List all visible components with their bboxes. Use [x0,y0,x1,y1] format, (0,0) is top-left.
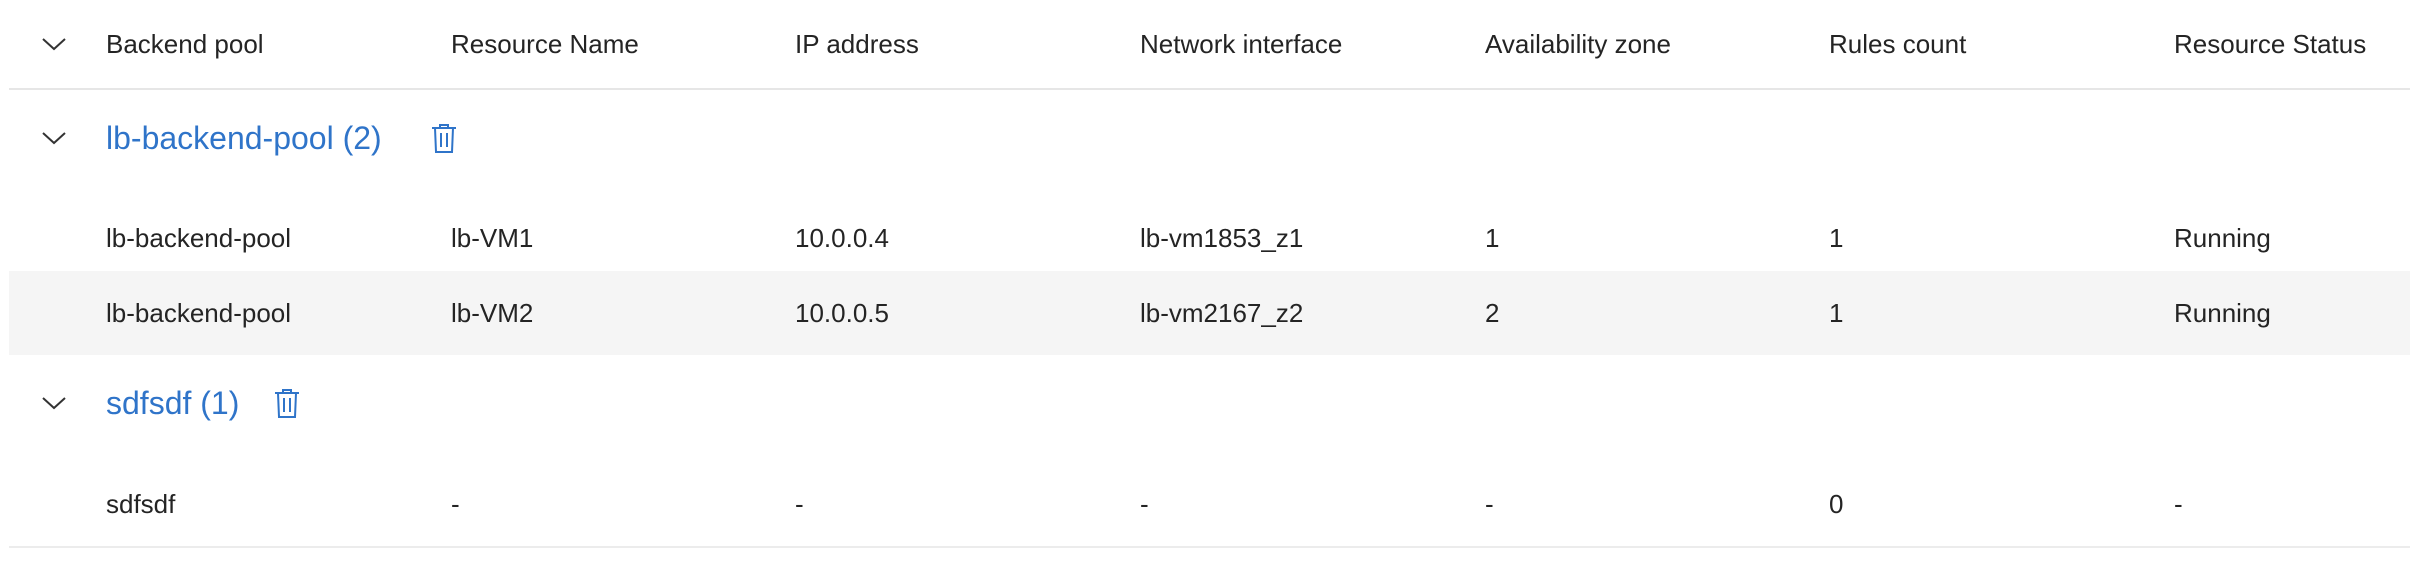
cell-availability-zone: - [1485,488,1494,519]
column-header-ip-address[interactable]: IP address [795,0,919,88]
cell-backend-pool: sdfsdf [106,488,176,519]
backend-pools-grid: Backend pool Resource Name IP address Ne… [0,0,2410,566]
cell-resource-status: - [2174,488,2183,519]
group-collapse-chevron-down-icon[interactable] [28,90,80,186]
cell-availability-zone: 1 [1485,222,1500,253]
table-row[interactable]: lb-backend-pool lb-VM1 10.0.0.4 lb-vm185… [9,196,2410,280]
column-header-resource-name[interactable]: Resource Name [451,0,639,88]
cell-backend-pool: lb-backend-pool [106,222,292,253]
group-header-lb-backend-pool: lb-backend-pool (2) [9,90,2410,186]
cell-rules-count: 0 [1829,488,1844,519]
group-title-link[interactable]: lb-backend-pool (2) [106,90,382,186]
cell-resource-status: Running [2174,297,2271,328]
column-header-backend-pool[interactable]: Backend pool [106,0,264,88]
cell-network-interface: lb-vm2167_z2 [1140,297,1304,328]
cell-backend-pool: lb-backend-pool [106,297,292,328]
group-title-link[interactable]: sdfsdf (1) [106,355,239,451]
cell-rules-count: 1 [1829,222,1844,253]
cell-network-interface: - [1140,488,1149,519]
group-header-sdfsdf: sdfsdf (1) [9,355,2410,451]
cell-ip-address: 10.0.0.5 [795,297,889,328]
column-header-resource-status[interactable]: Resource Status [2174,0,2366,88]
cell-availability-zone: 2 [1485,297,1500,328]
collapse-all-chevron-down-icon[interactable] [28,0,80,88]
cell-resource-name: lb-VM2 [451,297,534,328]
grid-header: Backend pool Resource Name IP address Ne… [9,0,2410,90]
cell-resource-name: - [451,488,460,519]
group-collapse-chevron-down-icon[interactable] [28,355,80,451]
delete-group-trash-icon[interactable] [273,355,301,451]
cell-rules-count: 1 [1829,297,1844,328]
delete-group-trash-icon[interactable] [430,90,458,186]
column-header-network-interface[interactable]: Network interface [1140,0,1342,88]
cell-resource-name: lb-VM1 [451,222,534,253]
column-header-availability-zone[interactable]: Availability zone [1485,0,1671,88]
cell-resource-status: Running [2174,222,2271,253]
table-row[interactable]: sdfsdf - - - - 0 - [9,462,2410,548]
column-header-rules-count[interactable]: Rules count [1829,0,1966,88]
table-row[interactable]: lb-backend-pool lb-VM2 10.0.0.5 lb-vm216… [9,271,2410,355]
cell-network-interface: lb-vm1853_z1 [1140,222,1304,253]
cell-ip-address: 10.0.0.4 [795,222,889,253]
cell-ip-address: - [795,488,804,519]
